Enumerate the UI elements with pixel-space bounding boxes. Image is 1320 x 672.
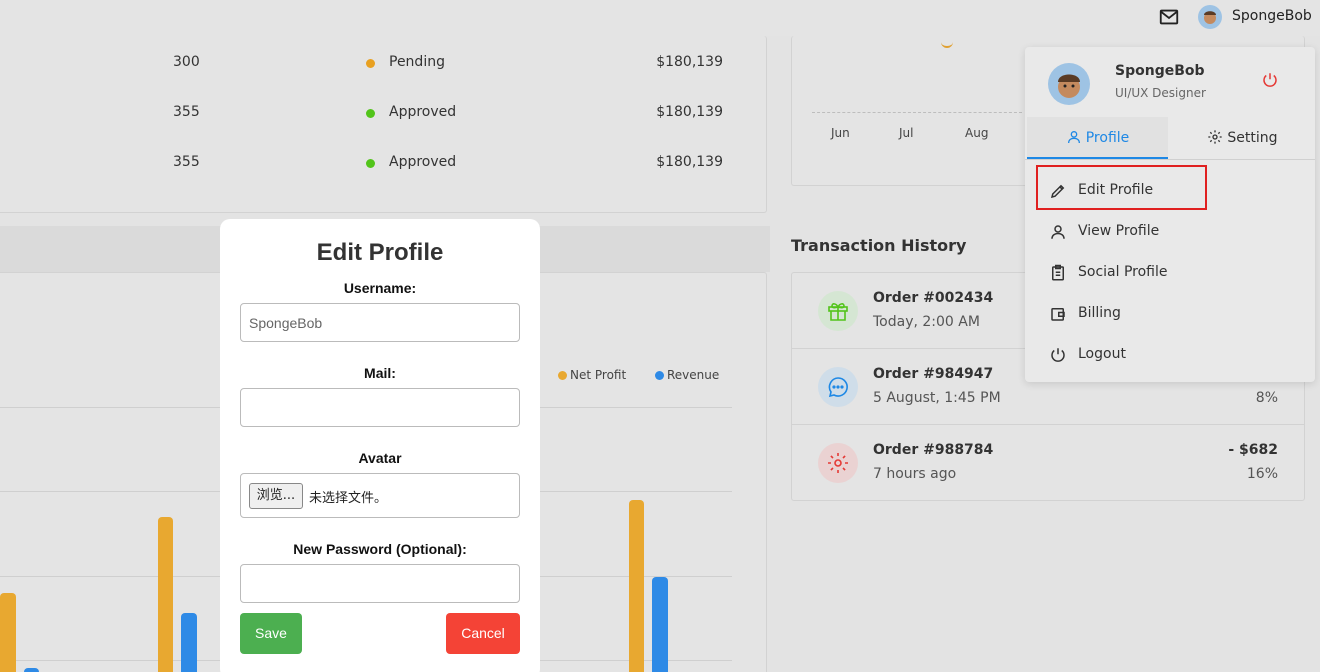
legend-dot	[655, 371, 664, 380]
tab-profile[interactable]: Profile	[1027, 117, 1168, 159]
chart-dashed-line	[812, 112, 1022, 113]
menu-item-label: Logout	[1078, 346, 1126, 362]
bar-revenue[interactable]	[24, 668, 39, 672]
orders-table-card: 300 Pending $180,139 355 Approved $180,1…	[0, 36, 767, 213]
order-qty: 300	[173, 54, 200, 70]
order-percent: 16%	[1246, 466, 1278, 482]
username-input[interactable]	[240, 303, 520, 342]
x-tick-label: Jul	[899, 126, 914, 140]
bar-net-profit[interactable]	[158, 517, 173, 672]
avatar-file-input[interactable]: 浏览... 未选择文件。	[240, 473, 520, 518]
order-percent: 8%	[1255, 390, 1278, 406]
order-time: 5 August, 1:45 PM	[873, 390, 1001, 406]
order-status: Approved	[389, 104, 457, 120]
table-row: 355 Approved $180,139	[0, 154, 757, 204]
order-amount: $180,139	[656, 154, 723, 170]
legend-net-profit[interactable]: Net Profit	[558, 368, 626, 382]
tab-setting[interactable]: Setting	[1172, 117, 1313, 159]
clipboard-icon	[1052, 264, 1064, 281]
order-qty: 355	[173, 104, 200, 120]
user-icon	[1051, 225, 1065, 239]
order-number: Order #002434	[873, 290, 994, 306]
menu-item-billing[interactable]: Billing	[1037, 295, 1303, 333]
mail-icon[interactable]	[1158, 6, 1180, 28]
table-row: 300 Pending $180,139	[0, 54, 757, 104]
bar-revenue[interactable]	[652, 577, 668, 672]
modal-title: Edit Profile	[316, 239, 444, 266]
save-button[interactable]: Save	[240, 613, 302, 654]
menu-user-role: UI/UX Designer	[1115, 86, 1206, 100]
browse-button[interactable]: 浏览...	[249, 483, 303, 509]
gear-icon	[818, 443, 858, 483]
username-label: Username:	[343, 280, 417, 296]
bar-revenue[interactable]	[181, 613, 197, 672]
top-header: SpongeBob	[0, 0, 1320, 36]
gear-icon	[1208, 130, 1223, 144]
avatar	[1048, 63, 1090, 105]
order-status: Pending	[389, 54, 445, 70]
password-input[interactable]	[240, 564, 520, 603]
order-time: 7 hours ago	[873, 466, 957, 482]
order-amount: $180,139	[656, 54, 723, 70]
menu-item-view-profile[interactable]: View Profile	[1037, 213, 1303, 251]
header-avatar[interactable]	[1198, 5, 1222, 29]
legend-dot	[558, 371, 567, 380]
menu-item-label: Billing	[1078, 305, 1121, 321]
order-amount: - $682	[1228, 442, 1278, 458]
edit-profile-highlight	[1036, 165, 1207, 210]
gift-icon	[818, 291, 858, 331]
header-username[interactable]: SpongeBob	[1232, 8, 1312, 24]
order-time: Today, 2:00 AM	[873, 314, 980, 330]
cancel-button[interactable]: Cancel	[446, 613, 520, 654]
x-tick-label: Aug	[965, 126, 989, 140]
power-icon[interactable]	[1261, 71, 1279, 89]
menu-item-label: Social Profile	[1078, 264, 1168, 280]
mail-label: Mail:	[364, 365, 396, 381]
menu-item-label: View Profile	[1078, 223, 1160, 239]
message-icon	[818, 367, 858, 407]
menu-item-logout[interactable]: Logout	[1037, 336, 1303, 374]
order-number: Order #984947	[873, 366, 994, 382]
no-file-text: 未选择文件。	[309, 491, 388, 506]
order-amount: $180,139	[656, 104, 723, 120]
tab-label: Setting	[1227, 130, 1278, 146]
order-number: Order #988784	[873, 442, 994, 458]
list-item[interactable]: Order #988784 7 hours ago - $682 16%	[792, 425, 1304, 501]
x-tick-label: Jun	[831, 126, 850, 140]
divider	[1025, 159, 1315, 160]
wallet-icon	[1051, 308, 1065, 321]
status-dot	[366, 59, 375, 68]
legend-label: Net Profit	[570, 368, 627, 382]
bar-net-profit[interactable]	[0, 593, 16, 672]
legend-label: Revenue	[667, 368, 720, 382]
mail-input[interactable]	[240, 388, 520, 427]
power-icon	[1051, 348, 1065, 362]
menu-item-social-profile[interactable]: Social Profile	[1037, 254, 1303, 292]
table-row: 355 Approved $180,139	[0, 104, 757, 154]
transaction-history-title: Transaction History	[791, 236, 967, 255]
menu-username: SpongeBob	[1115, 63, 1205, 79]
status-dot	[366, 159, 375, 168]
tab-label: Profile	[1085, 130, 1130, 146]
order-qty: 355	[173, 154, 200, 170]
legend-revenue[interactable]: Revenue	[655, 368, 719, 382]
user-icon	[1067, 131, 1080, 144]
status-dot	[366, 109, 375, 118]
bar-net-profit[interactable]	[629, 500, 644, 672]
password-label: New Password (Optional):	[293, 541, 467, 557]
avatar-label: Avatar	[358, 450, 402, 466]
order-status: Approved	[389, 154, 457, 170]
edit-profile-modal: Edit Profile Username: Mail: Avatar 浏览..…	[220, 219, 540, 672]
profile-dropdown: SpongeBob UI/UX Designer Profile Setting…	[1025, 47, 1315, 382]
